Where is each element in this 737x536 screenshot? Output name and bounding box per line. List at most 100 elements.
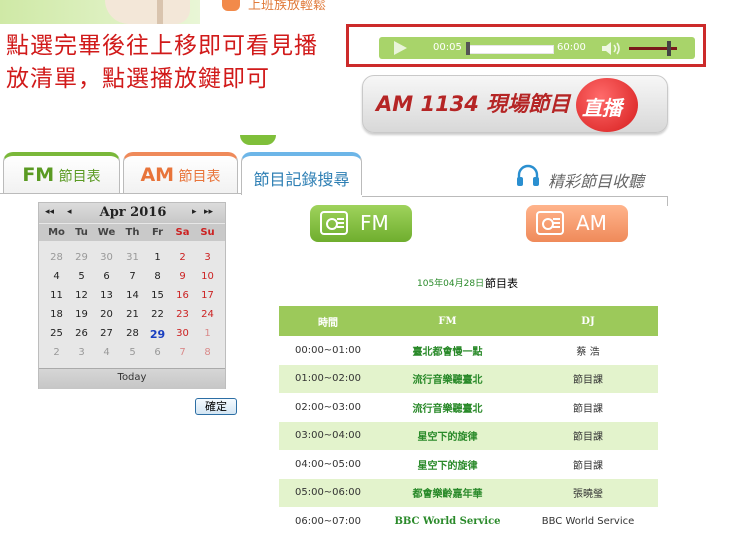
- calendar-day[interactable]: 2: [170, 252, 195, 263]
- live-badge-label: 直播: [582, 96, 622, 120]
- volume-handle[interactable]: [667, 41, 671, 56]
- weekday-label: Fr: [151, 227, 164, 238]
- calendar-day[interactable]: 7: [170, 347, 195, 358]
- calendar-day[interactable]: 10: [195, 271, 220, 282]
- calendar-day[interactable]: 3: [195, 252, 220, 263]
- calendar-day[interactable]: 6: [94, 271, 119, 282]
- volume-icon[interactable]: [600, 41, 624, 56]
- calendar-day[interactable]: 21: [120, 309, 145, 320]
- schedule-time-cell: 05:00~06:00: [279, 478, 377, 507]
- next-month-button[interactable]: ▸: [192, 207, 197, 217]
- calendar-day[interactable]: 29: [69, 252, 94, 263]
- calendar-day[interactable]: 20: [94, 309, 119, 320]
- weekday-label: Mo: [48, 227, 65, 238]
- schedule-dj-cell: 節目課: [518, 421, 658, 450]
- schedule-time-cell: 04:00~05:00: [294, 458, 361, 470]
- calendar-day[interactable]: 3: [69, 347, 94, 358]
- calendar-month-label: Apr 2016: [99, 205, 167, 220]
- schedule-time-cell: 00:00~01:00: [294, 344, 361, 356]
- fm-channel-button[interactable]: FM: [310, 205, 412, 242]
- instruction-note: 點選完畢後往上移即可看見播放清單，點選播放鍵即可: [6, 33, 318, 92]
- calendar-day[interactable]: 19: [69, 309, 94, 320]
- schedule-program-cell[interactable]: BBC World Service: [377, 507, 518, 536]
- tab-divider: [0, 193, 242, 194]
- schedule-dj-cell: BBC World Service: [541, 515, 635, 527]
- tab-am-schedule[interactable]: AM 節目表: [123, 152, 238, 194]
- weekday-label: Su: [200, 227, 215, 238]
- calendar-day[interactable]: 25: [44, 328, 69, 339]
- calendar-day[interactable]: 8: [145, 271, 170, 282]
- tab-program-search[interactable]: 節目記錄搜尋: [241, 152, 362, 195]
- calendar-day[interactable]: 28: [44, 252, 69, 263]
- calendar-day[interactable]: 16: [170, 290, 195, 301]
- brand-text[interactable]: 上班族放輕鬆: [248, 0, 326, 13]
- leaf-decoration: [240, 135, 276, 145]
- schedule-row: 01:00~02:00 流行音樂聽臺北 節目課: [279, 364, 658, 393]
- calendar-day[interactable]: 14: [120, 290, 145, 301]
- schedule-program-cell[interactable]: 都會樂齡嘉年華: [377, 478, 518, 507]
- schedule-row: 00:00~01:00 臺北都會慢一點 蔡 浩: [279, 336, 658, 365]
- seek-handle[interactable]: [466, 42, 470, 55]
- calendar-day[interactable]: 27: [94, 328, 119, 339]
- seek-bar[interactable]: [466, 45, 554, 54]
- tab-search-label: 節目記錄搜尋: [253, 170, 350, 189]
- next-year-button[interactable]: ▸▸: [204, 207, 213, 217]
- calendar-day[interactable]: 31: [120, 252, 145, 263]
- schedule-program-cell[interactable]: 臺北都會慢一點: [377, 336, 518, 365]
- schedule-row: 03:00~04:00 星空下的旋律 節目課: [279, 421, 658, 450]
- calendar-day[interactable]: 9: [170, 271, 195, 282]
- schedule-time-cell: 02:00~03:00: [294, 401, 361, 413]
- calendar-day[interactable]: 22: [145, 309, 170, 320]
- calendar-day[interactable]: 5: [120, 347, 145, 358]
- calendar-day[interactable]: 28: [120, 328, 145, 339]
- schedule-program-cell[interactable]: 流行音樂聽臺北: [377, 364, 518, 393]
- tab-fm-schedule[interactable]: FM 節目表: [3, 152, 120, 194]
- calendar-day[interactable]: 4: [44, 271, 69, 282]
- prev-year-button[interactable]: ◂◂: [45, 207, 54, 217]
- calendar-day[interactable]: 7: [120, 271, 145, 282]
- calendar-day[interactable]: 1: [195, 328, 220, 339]
- calendar-day[interactable]: 5: [69, 271, 94, 282]
- calendar-day[interactable]: 26: [69, 328, 94, 339]
- radio-icon: [320, 211, 348, 235]
- calendar-day[interactable]: 15: [145, 290, 170, 301]
- calendar-day[interactable]: 12: [69, 290, 94, 301]
- headphone-icon: [517, 164, 539, 186]
- schedule-time-cell: 03:00~04:00: [279, 421, 377, 450]
- calendar-day-selected[interactable]: 29: [145, 328, 170, 341]
- calendar-day[interactable]: 2: [44, 347, 69, 358]
- schedule-program-cell[interactable]: 星空下的旋律: [377, 421, 518, 450]
- calendar-day[interactable]: 17: [195, 290, 220, 301]
- confirm-button[interactable]: 確定: [195, 398, 237, 415]
- live-button-label: AM 1134 現場節目: [376, 92, 571, 116]
- today-button[interactable]: Today: [39, 372, 225, 383]
- prev-month-button[interactable]: ◂: [67, 207, 72, 217]
- schedule-program-cell[interactable]: 流行音樂聽臺北: [377, 393, 518, 422]
- schedule-row: 05:00~06:00 都會樂齡嘉年華 張曉瑩: [279, 478, 658, 507]
- calendar-day[interactable]: 8: [195, 347, 220, 358]
- fm-channel-label: FM: [360, 211, 389, 235]
- calendar-day[interactable]: 6: [145, 347, 170, 358]
- schedule-title: 節目表: [485, 277, 518, 290]
- calendar-day[interactable]: 1: [145, 252, 170, 263]
- schedule-header-row: 時間 FM DJ: [279, 306, 658, 336]
- am-channel-label: AM: [576, 211, 607, 235]
- calendar-day[interactable]: 23: [170, 309, 195, 320]
- column-header-dj: DJ: [518, 306, 658, 336]
- calendar-day[interactable]: 30: [170, 328, 195, 339]
- schedule-row: 02:00~03:00 流行音樂聽臺北 節目課: [279, 393, 658, 422]
- banner-figure-image: [105, 0, 190, 24]
- calendar-day[interactable]: 18: [44, 309, 69, 320]
- schedule-row: 04:00~05:00 星空下的旋律 節目課: [279, 450, 658, 479]
- schedule-dj-cell: 蔡 浩: [576, 346, 600, 358]
- calendar-day[interactable]: 30: [94, 252, 119, 263]
- schedule-dj-cell: 張曉瑩: [518, 478, 658, 507]
- play-icon[interactable]: [394, 41, 407, 55]
- schedule-program-cell[interactable]: 星空下的旋律: [377, 450, 518, 479]
- am-channel-button[interactable]: AM: [526, 205, 628, 242]
- calendar-day[interactable]: 13: [94, 290, 119, 301]
- featured-programs-link[interactable]: 精彩節目收聽: [548, 168, 644, 192]
- calendar-day[interactable]: 24: [195, 309, 220, 320]
- calendar-day[interactable]: 11: [44, 290, 69, 301]
- calendar-day[interactable]: 4: [94, 347, 119, 358]
